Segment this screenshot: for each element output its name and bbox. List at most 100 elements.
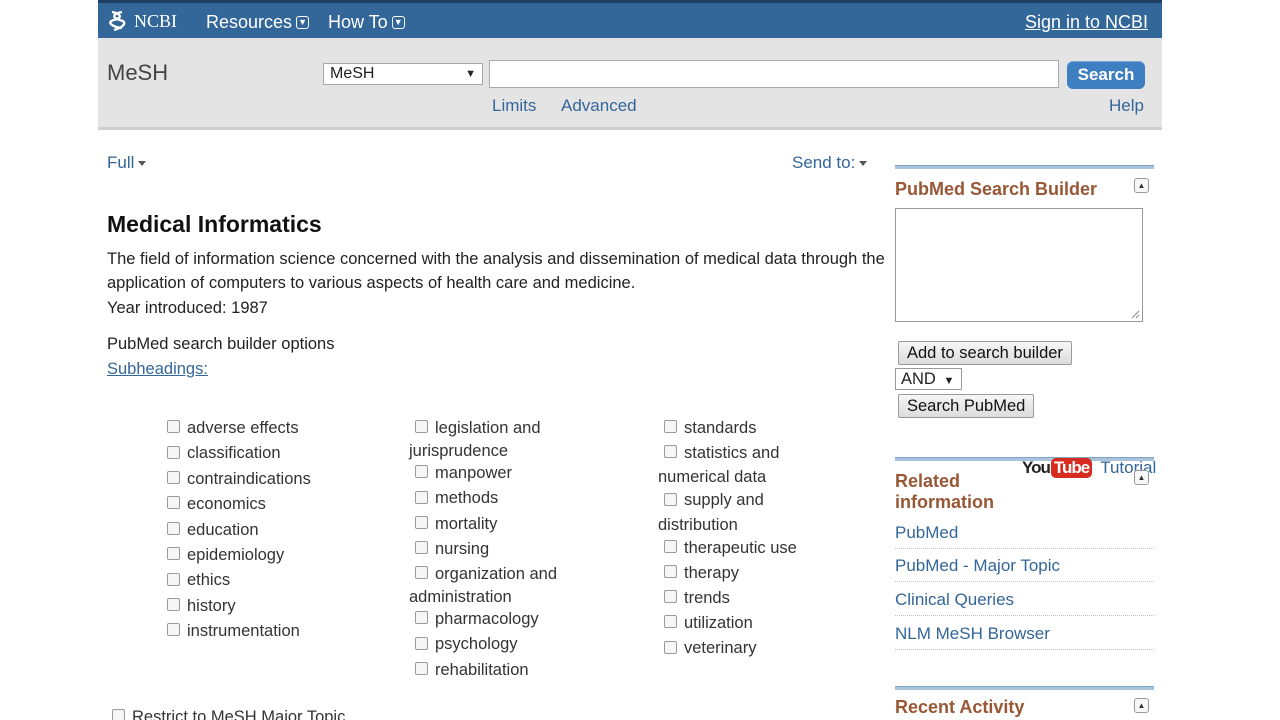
checkbox[interactable]	[664, 615, 677, 629]
subheading-item[interactable]: education	[167, 518, 311, 543]
send-to-label: Send to:	[792, 153, 856, 172]
database-title: MeSH	[107, 60, 169, 85]
operator-select[interactable]: AND ▼	[895, 368, 962, 390]
checkbox[interactable]	[415, 661, 428, 675]
related-link-pubmed-major-topic[interactable]: PubMed - Major Topic	[895, 556, 1154, 582]
search-button[interactable]: Search	[1067, 61, 1145, 89]
caret-down-icon	[138, 161, 147, 167]
subheading-item[interactable]: contraindications	[167, 467, 311, 492]
recent-activity-panel: Recent Activity	[895, 686, 1154, 718]
checkbox[interactable]	[415, 515, 428, 529]
search-input[interactable]	[489, 60, 1059, 88]
search-builder-textarea[interactable]	[895, 208, 1143, 322]
subheading-item[interactable]: standards	[658, 416, 797, 441]
checkbox[interactable]	[415, 465, 428, 479]
help-link[interactable]: Help	[1109, 96, 1144, 116]
search-pubmed-button[interactable]: Search PubMed	[898, 394, 1035, 418]
add-to-search-builder-button[interactable]: Add to search builder	[898, 341, 1072, 365]
how-to-menu[interactable]: How To ▼	[328, 12, 405, 33]
page-title: Medical Informatics	[107, 211, 322, 237]
ncbi-helix-icon	[109, 10, 126, 32]
subheading-item[interactable]: history	[167, 594, 311, 619]
advanced-link[interactable]: Advanced	[561, 96, 637, 116]
subheading-item[interactable]: organization and	[409, 562, 557, 587]
operator-value: AND	[901, 370, 936, 388]
checkbox[interactable]	[415, 566, 428, 580]
subheading-item[interactable]: mortality	[409, 512, 557, 537]
builder-options-label: PubMed search builder options	[107, 335, 335, 353]
recent-activity-title: Recent Activity	[895, 697, 1025, 717]
subheading-item-continued: numerical data	[658, 468, 767, 487]
checkbox[interactable]	[167, 420, 180, 434]
checkbox[interactable]	[167, 521, 180, 535]
checkbox[interactable]	[167, 445, 180, 459]
collapse-icon[interactable]: ▲	[1134, 698, 1149, 713]
subheading-item[interactable]: veterinary	[658, 636, 797, 661]
format-label: Full	[107, 153, 135, 172]
subheading-item[interactable]: ethics	[167, 568, 311, 593]
database-select[interactable]: MeSH ▼	[323, 63, 483, 85]
checkbox[interactable]	[167, 572, 180, 586]
checkbox[interactable]	[415, 420, 428, 434]
caret-down-icon	[859, 161, 868, 167]
search-builder-panel: PubMed Search Builder	[895, 165, 1154, 200]
subheading-item[interactable]: psychology	[409, 632, 557, 657]
checkbox[interactable]	[167, 470, 180, 484]
checkbox[interactable]	[167, 547, 180, 561]
send-to-dropdown[interactable]: Send to:	[792, 153, 868, 173]
subheading-item[interactable]: manpower	[409, 461, 557, 486]
subheading-item[interactable]: therapy	[658, 561, 797, 586]
limits-link[interactable]: Limits	[492, 96, 536, 116]
subheading-item[interactable]: therapeutic use	[658, 536, 797, 561]
subheading-item[interactable]: nursing	[409, 537, 557, 562]
youtube-logo-you: You	[1022, 458, 1051, 477]
subheading-item[interactable]: classification	[167, 441, 311, 466]
chevron-down-icon: ▼	[296, 16, 310, 29]
checkbox[interactable]	[112, 709, 125, 720]
subheading-item[interactable]: instrumentation	[167, 619, 311, 644]
checkbox[interactable]	[415, 611, 428, 625]
subheading-item[interactable]: adverse effects	[167, 416, 311, 441]
subheading-item[interactable]: methods	[409, 486, 557, 511]
checkbox[interactable]	[167, 496, 180, 510]
checkbox[interactable]	[664, 445, 677, 459]
restrict-major-topic[interactable]: Restrict to MeSH Major Topic.	[112, 708, 350, 720]
youtube-logo-tube: Tube	[1050, 458, 1093, 478]
ncbi-header-bar: NCBI Resources ▼ How To ▼ Sign in to NCB…	[98, 0, 1162, 38]
format-dropdown[interactable]: Full	[107, 153, 147, 173]
collapse-icon[interactable]: ▲	[1134, 470, 1149, 485]
checkbox[interactable]	[415, 636, 428, 650]
subheading-item[interactable]: utilization	[658, 611, 797, 636]
checkbox[interactable]	[664, 420, 677, 434]
related-link-clinical-queries[interactable]: Clinical Queries	[895, 590, 1154, 616]
ncbi-logo[interactable]: NCBI	[108, 9, 177, 33]
checkbox[interactable]	[167, 597, 180, 611]
checkbox[interactable]	[664, 590, 677, 604]
collapse-icon[interactable]: ▲	[1134, 178, 1149, 193]
checkbox[interactable]	[664, 492, 677, 506]
resources-menu[interactable]: Resources ▼	[206, 12, 310, 33]
search-builder-title: PubMed Search Builder	[895, 179, 1098, 199]
sign-in-link[interactable]: Sign in to NCBI	[1025, 12, 1148, 33]
checkbox[interactable]	[415, 490, 428, 504]
subheadings-column-1: adverse effects classification contraind…	[167, 416, 311, 645]
subheading-item[interactable]: trends	[658, 586, 797, 611]
subheading-item[interactable]: pharmacology	[409, 607, 557, 632]
scope-note: The field of information science concern…	[107, 250, 885, 292]
subheading-item[interactable]: economics	[167, 492, 311, 517]
checkbox[interactable]	[664, 564, 677, 578]
ncbi-brand-text: NCBI	[134, 10, 178, 31]
checkbox[interactable]	[167, 623, 180, 637]
related-link-pubmed[interactable]: PubMed	[895, 523, 1154, 549]
checkbox[interactable]	[664, 640, 677, 654]
subheadings-link[interactable]: Subheadings:	[107, 360, 208, 379]
checkbox[interactable]	[415, 540, 428, 554]
subheading-item[interactable]: supply and	[658, 488, 797, 513]
related-link-nlm-mesh-browser[interactable]: NLM MeSH Browser	[895, 624, 1154, 650]
subheading-item[interactable]: legislation and	[409, 416, 557, 441]
subheading-item[interactable]: statistics and	[658, 441, 797, 466]
subheading-item[interactable]: rehabilitation	[409, 658, 557, 683]
database-select-value: MeSH	[330, 65, 375, 82]
subheading-item[interactable]: epidemiology	[167, 543, 311, 568]
checkbox[interactable]	[664, 539, 677, 553]
